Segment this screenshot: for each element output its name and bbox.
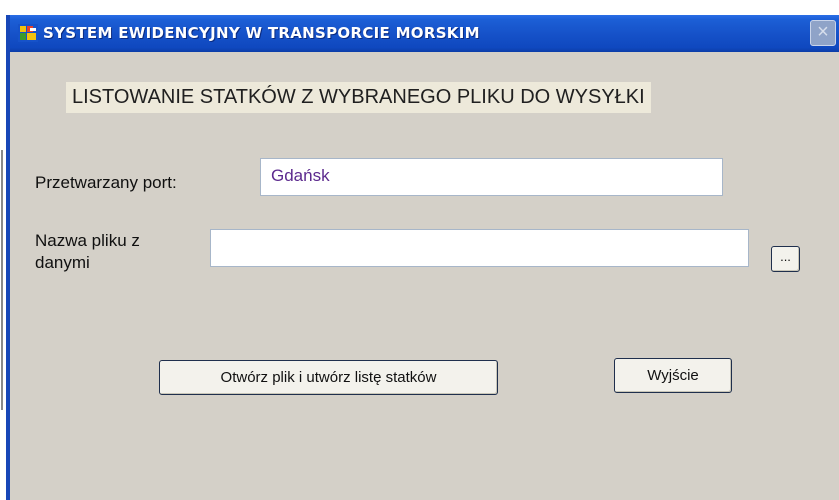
exit-button[interactable]: Wyjście xyxy=(614,358,732,393)
background-edge-shadow xyxy=(1,150,3,410)
page-heading: LISTOWANIE STATKÓW Z WYBRANEGO PLIKU DO … xyxy=(66,82,651,113)
app-ship-icon xyxy=(18,24,38,42)
window-title: SYSTEM EWIDENCYJNY W TRANSPORCIE MORSKIM xyxy=(43,24,480,42)
browse-button[interactable]: ... xyxy=(771,246,800,272)
port-label: Przetwarzany port: xyxy=(35,173,177,192)
app-window: SYSTEM EWIDENCYJNY W TRANSPORCIE MORSKIM… xyxy=(6,15,839,500)
title-bar[interactable]: SYSTEM EWIDENCYJNY W TRANSPORCIE MORSKIM… xyxy=(10,15,839,52)
open-file-button[interactable]: Otwórz plik i utwórz listę statków xyxy=(159,360,498,395)
port-field[interactable]: Gdańsk xyxy=(260,158,723,196)
file-name-field[interactable] xyxy=(210,229,749,267)
close-icon[interactable]: × xyxy=(810,20,836,46)
file-name-label: Nazwa pliku z danymi xyxy=(35,231,140,272)
